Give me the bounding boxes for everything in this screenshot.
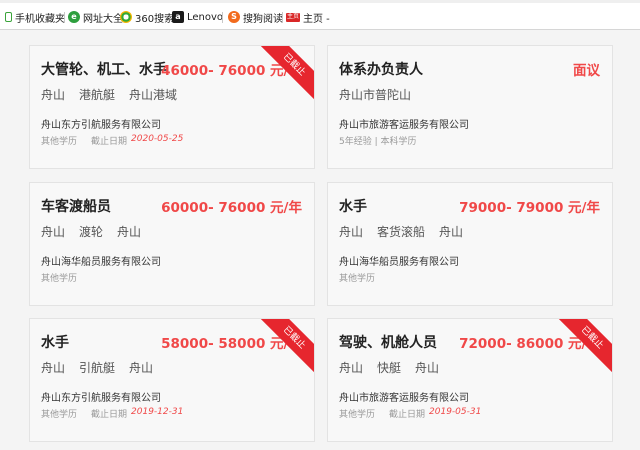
job-meta: 其他学历 截止日期 2019-12-31 xyxy=(41,407,183,420)
job-tag: 引航艇 xyxy=(79,361,116,375)
bookmark-sogou-reading[interactable]: S 搜狗阅读 xyxy=(228,9,283,25)
company-name[interactable]: 舟山海华船员服务有限公司 xyxy=(41,253,161,268)
job-salary: 60000- 76000 元/年 xyxy=(161,200,302,216)
job-tag: 港航艇 xyxy=(79,88,116,102)
job-tags: 舟山 渡轮 舟山 xyxy=(41,223,155,240)
job-tag: 舟山市普陀山 xyxy=(339,88,412,102)
job-card[interactable]: 水手 79000- 79000 元/年 舟山 客货滚船 舟山 舟山海华船员服务有… xyxy=(327,182,613,306)
job-card[interactable]: 体系办负责人 面议 舟山市普陀山 舟山市旅游客运服务有限公司 5年经验 | 本科… xyxy=(327,45,613,169)
bookmarks-bar: 手机收藏夹 e 网址大全 360搜索 a Lenovo S 搜狗阅读 主页 主页… xyxy=(0,0,640,30)
company-name[interactable]: 舟山市旅游客运服务有限公司 xyxy=(339,116,469,131)
experience-education-requirement: 5年经验 | 本科学历 xyxy=(339,137,417,147)
job-card[interactable]: 水手 58000- 58000 元/年 舟山 引航艇 舟山 舟山东方引航服务有限… xyxy=(29,318,315,442)
job-tag: 舟山 xyxy=(41,88,66,102)
bookmark-label: 手机收藏夹 xyxy=(15,13,65,25)
company-name[interactable]: 舟山市旅游客运服务有限公司 xyxy=(339,389,469,404)
sogou-icon: S xyxy=(228,11,240,23)
job-tag: 舟山 xyxy=(439,225,464,239)
bookmark-separator xyxy=(222,12,223,23)
company-name[interactable]: 舟山东方引航服务有限公司 xyxy=(41,389,161,404)
job-tag: 舟山 xyxy=(41,225,66,239)
company-name[interactable]: 舟山海华船员服务有限公司 xyxy=(339,253,459,268)
job-meta: 其他学历 xyxy=(41,271,77,284)
job-tag: 舟山 xyxy=(339,225,364,239)
job-title[interactable]: 大管轮、机工、水手 xyxy=(41,59,167,79)
education-requirement: 其他学历 xyxy=(339,274,376,284)
job-title[interactable]: 水手 xyxy=(41,332,69,352)
job-card[interactable]: 驾驶、机舱人员 72000- 86000 元/年 舟山 快艇 舟山 舟山市旅游客… xyxy=(327,318,613,442)
deadline-date: 2019-05-31 xyxy=(429,407,482,417)
job-tags: 舟山市普陀山 xyxy=(339,86,425,103)
job-tags: 舟山 引航艇 舟山 xyxy=(41,359,167,376)
deadline-date: 2019-12-31 xyxy=(131,407,184,417)
job-tag: 舟山 xyxy=(41,361,66,375)
job-card[interactable]: 大管轮、机工、水手 46000- 76000 元/年 舟山 港航艇 舟山港域 舟… xyxy=(29,45,315,169)
education-requirement: 其他学历 xyxy=(41,410,78,420)
job-tag: 舟山 xyxy=(117,225,142,239)
job-title[interactable]: 驾驶、机舱人员 xyxy=(339,332,437,352)
bookmark-label: 主页 - xyxy=(303,13,330,25)
bookmark-mobile-favorites[interactable]: 手机收藏夹 xyxy=(3,9,65,25)
360-search-icon xyxy=(120,11,132,23)
education-requirement: 其他学历 xyxy=(339,410,376,420)
job-salary: 79000- 79000 元/年 xyxy=(459,200,600,216)
bookmark-label: Lenovo xyxy=(187,11,224,23)
bookmark-separator xyxy=(282,12,283,23)
deadline-label: 截止日期 xyxy=(389,410,426,420)
bookmark-url-directory[interactable]: e 网址大全 xyxy=(68,9,123,25)
lenovo-icon: a xyxy=(172,11,184,23)
job-tag: 舟山 xyxy=(129,361,154,375)
job-title[interactable]: 车客渡船员 xyxy=(41,196,111,216)
bookmark-home[interactable]: 主页 主页 - xyxy=(286,9,330,25)
window-top-edge xyxy=(0,0,640,3)
job-tag: 客货滚船 xyxy=(377,225,426,239)
job-meta: 其他学历 截止日期 2020-05-25 xyxy=(41,134,183,147)
bookmark-label: 网址大全 xyxy=(83,13,123,25)
job-card[interactable]: 车客渡船员 60000- 76000 元/年 舟山 渡轮 舟山 舟山海华船员服务… xyxy=(29,182,315,306)
job-tags: 舟山 快艇 舟山 xyxy=(339,359,453,376)
job-tags: 舟山 客货滚船 舟山 xyxy=(339,223,477,240)
job-meta: 其他学历 截止日期 2019-05-31 xyxy=(339,407,481,420)
bookmark-label: 搜狗阅读 xyxy=(243,13,283,25)
education-requirement: 其他学历 xyxy=(41,274,78,284)
bookmark-lenovo[interactable]: a Lenovo xyxy=(172,9,223,25)
job-tag: 舟山港域 xyxy=(129,88,178,102)
education-requirement: 其他学历 xyxy=(41,137,78,147)
job-meta: 5年经验 | 本科学历 xyxy=(339,134,416,147)
company-name[interactable]: 舟山东方引航服务有限公司 xyxy=(41,116,161,131)
job-tag: 快艇 xyxy=(377,361,402,375)
job-tag: 舟山 xyxy=(415,361,440,375)
deadline-date: 2020-05-25 xyxy=(131,134,184,144)
bookmark-360-search[interactable]: 360搜索 xyxy=(120,9,174,25)
job-title[interactable]: 体系办负责人 xyxy=(339,59,423,79)
job-meta: 其他学历 xyxy=(339,271,375,284)
bookmark-label: 360搜索 xyxy=(135,13,175,25)
deadline-label: 截止日期 xyxy=(91,137,128,147)
phone-icon xyxy=(5,12,12,22)
job-title[interactable]: 水手 xyxy=(339,196,367,216)
job-tag: 渡轮 xyxy=(79,225,104,239)
job-salary: 面议 xyxy=(573,63,600,79)
deadline-label: 截止日期 xyxy=(91,410,128,420)
job-tags: 舟山 港航艇 舟山港域 xyxy=(41,86,191,103)
navigation-icon: e xyxy=(68,11,80,23)
job-tag: 舟山 xyxy=(339,361,364,375)
bookmark-separator xyxy=(64,12,65,23)
home-icon: 主页 xyxy=(286,12,300,22)
